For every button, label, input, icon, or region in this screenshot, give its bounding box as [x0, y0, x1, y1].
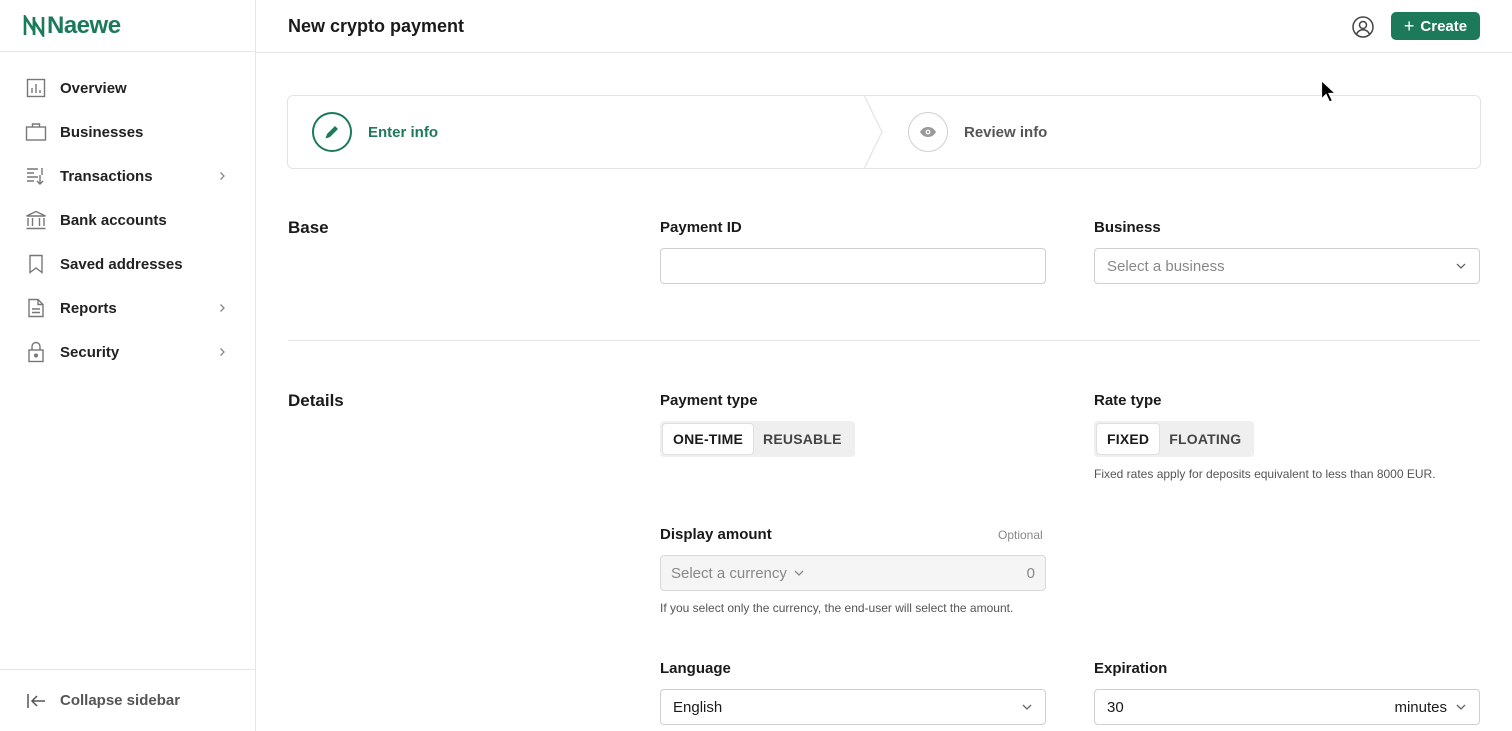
expiration-field: 30 minutes [1094, 689, 1480, 725]
transactions-icon [25, 165, 47, 187]
step-arrow-divider [864, 96, 883, 168]
section-title-base: Base [288, 218, 329, 237]
section-divider [288, 340, 1480, 341]
sidebar: Naewe Overview Businesses Transactions B… [0, 0, 256, 731]
step-label: Enter info [368, 123, 438, 141]
brand-name: Naewe [47, 11, 121, 39]
payment-id-input[interactable] [660, 248, 1046, 284]
language-select-value: English [673, 698, 723, 716]
eye-icon [908, 112, 948, 152]
collapse-left-icon [26, 690, 48, 712]
sidebar-item-overview[interactable]: Overview [0, 66, 255, 110]
language-select[interactable]: English [660, 689, 1046, 725]
payment-type-one-time[interactable]: ONE-TIME [663, 424, 754, 454]
chevron-right-icon [220, 304, 225, 312]
sidebar-item-label: Reports [60, 299, 117, 317]
business-select[interactable]: Select a business [1094, 248, 1480, 284]
sidebar-item-saved-addresses[interactable]: Saved addresses [0, 242, 255, 286]
collapse-sidebar-label: Collapse sidebar [60, 692, 181, 709]
rate-type-floating[interactable]: FLOATING [1159, 424, 1251, 454]
rate-type-toggle: FIXED FLOATING [1094, 421, 1255, 457]
language-label: Language [660, 660, 731, 677]
sidebar-item-label: Businesses [60, 123, 144, 141]
chevron-down-icon [1022, 704, 1032, 710]
currency-select-placeholder: Select a currency [671, 564, 787, 582]
sidebar-item-label: Overview [60, 79, 127, 97]
amount-input[interactable]: 0 [1027, 565, 1035, 582]
bar-chart-icon [25, 77, 47, 99]
plus-icon: + [1403, 16, 1415, 36]
sidebar-item-bank-accounts[interactable]: Bank accounts [0, 198, 255, 242]
naewe-logo-icon [23, 14, 45, 37]
rate-type-help: Fixed rates apply for deposits equivalen… [1094, 467, 1436, 481]
sidebar-item-label: Saved addresses [60, 255, 183, 273]
stepper: Enter info Review info [287, 95, 1481, 169]
chevron-right-icon [220, 172, 225, 180]
payment-type-toggle: ONE-TIME REUSABLE [660, 421, 855, 457]
payment-type-reusable[interactable]: REUSABLE [753, 424, 852, 454]
chevron-down-icon [1456, 263, 1466, 269]
top-header: New crypto payment + Create [256, 0, 1512, 53]
create-button[interactable]: + Create [1391, 12, 1480, 40]
optional-tag: Optional [998, 528, 1043, 542]
expiration-input[interactable]: 30 [1107, 699, 1394, 716]
expiration-label: Expiration [1094, 660, 1168, 677]
display-amount-help: If you select only the currency, the end… [660, 601, 1014, 615]
document-icon [25, 297, 47, 319]
sidebar-item-label: Bank accounts [60, 211, 167, 229]
expiration-unit-select[interactable]: minutes [1394, 699, 1467, 716]
display-amount-field: Select a currency 0 [660, 555, 1046, 591]
sidebar-item-security[interactable]: Security [0, 330, 255, 374]
collapse-sidebar-button[interactable]: Collapse sidebar [0, 669, 255, 731]
business-label: Business [1094, 219, 1161, 236]
chevron-right-icon [220, 348, 225, 356]
briefcase-icon [25, 121, 47, 143]
user-account-icon[interactable] [1351, 15, 1375, 39]
step-review-info[interactable]: Review info [908, 96, 1047, 168]
page-title: New crypto payment [288, 15, 465, 36]
bank-icon [25, 209, 47, 231]
currency-select[interactable]: Select a currency [671, 565, 805, 582]
sidebar-item-reports[interactable]: Reports [0, 286, 255, 330]
rate-type-label: Rate type [1094, 392, 1162, 409]
sidebar-item-label: Security [60, 343, 120, 361]
step-label: Review info [964, 123, 1048, 141]
section-title-details: Details [288, 391, 344, 410]
brand[interactable]: Naewe [0, 0, 255, 52]
sidebar-item-transactions[interactable]: Transactions [0, 154, 255, 198]
create-button-label: Create [1420, 17, 1468, 35]
mouse-cursor-icon [1320, 79, 1338, 103]
business-select-placeholder: Select a business [1107, 257, 1225, 275]
lock-icon [25, 341, 47, 363]
sidebar-nav: Overview Businesses Transactions Bank ac… [0, 52, 255, 374]
pencil-icon [312, 112, 352, 152]
rate-type-fixed[interactable]: FIXED [1097, 424, 1160, 454]
display-amount-label: Display amount [660, 526, 772, 543]
bookmark-icon [25, 253, 47, 275]
payment-id-label: Payment ID [660, 219, 742, 236]
chevron-down-icon [794, 570, 804, 576]
sidebar-item-label: Transactions [60, 167, 153, 185]
chevron-down-icon [1456, 704, 1466, 710]
expiration-unit-value: minutes [1394, 698, 1447, 716]
payment-type-label: Payment type [660, 392, 758, 409]
sidebar-item-businesses[interactable]: Businesses [0, 110, 255, 154]
step-enter-info[interactable]: Enter info [312, 96, 438, 168]
